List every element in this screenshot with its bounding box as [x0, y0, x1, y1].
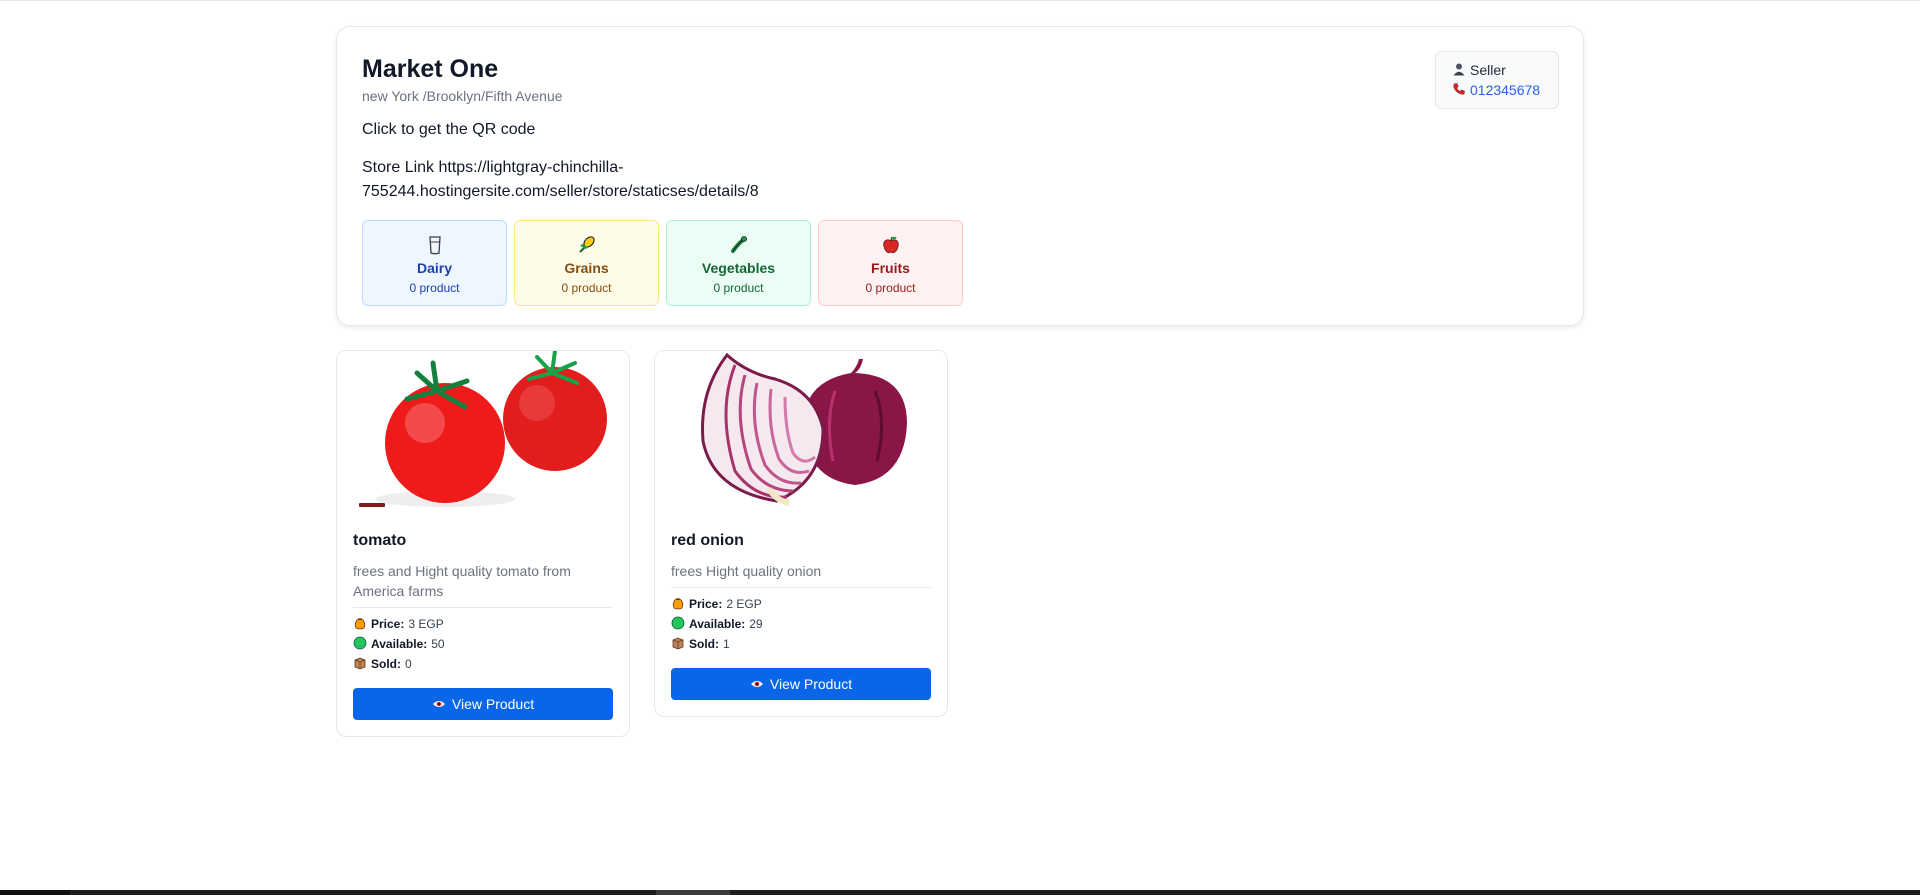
category-dairy[interactable]: Dairy 0 product: [362, 220, 507, 306]
grain-icon: [577, 235, 597, 255]
package-icon: [671, 636, 685, 653]
person-icon: [1452, 62, 1466, 79]
product-price: Price: 2 EGP: [671, 594, 931, 614]
seller-phone-link[interactable]: 012345678: [1470, 82, 1540, 98]
category-count: 0 product: [561, 281, 612, 295]
store-address: new York /Brooklyn/Fifth Avenue: [362, 88, 563, 104]
divider: [353, 607, 613, 608]
category-count: 0 product: [865, 281, 916, 295]
category-name: Fruits: [871, 260, 910, 276]
divider: [671, 587, 931, 588]
product-description: frees and Hight quality tomato from Amer…: [353, 563, 571, 599]
category-name: Dairy: [416, 260, 453, 276]
view-product-button[interactable]: View Product: [353, 688, 613, 720]
product-card-red-onion: red onion frees Hight quality onion Pric…: [654, 350, 948, 717]
milk-icon: [427, 235, 443, 255]
seller-label: Seller: [1470, 62, 1506, 78]
category-count: 0 product: [409, 281, 460, 295]
package-icon: [353, 656, 367, 673]
top-divider: [0, 0, 1920, 1]
product-name: tomato: [353, 532, 407, 549]
store-link[interactable]: Store Link https://lightgray-chinchilla-…: [362, 156, 822, 204]
store-name: Market One: [362, 55, 499, 83]
product-image-tomato: [337, 351, 629, 511]
eye-icon: [750, 676, 764, 692]
product-description: frees Hight quality onion: [671, 563, 822, 579]
money-bag-icon: [353, 616, 367, 633]
category-count: 0 product: [713, 281, 764, 295]
green-circle-icon: [353, 636, 367, 653]
product-available: Available: 29: [671, 614, 931, 634]
product-sold: Sold: 1: [671, 634, 931, 654]
store-info-card: Market One new York /Brooklyn/Fifth Aven…: [336, 26, 1584, 326]
apple-icon: [882, 235, 900, 255]
category-fruits[interactable]: Fruits 0 product: [818, 220, 963, 306]
category-vegetables[interactable]: Vegetables 0 product: [666, 220, 811, 306]
product-image-red-onion: [655, 351, 947, 511]
product-price: Price: 3 EGP: [353, 614, 613, 634]
qr-code-link[interactable]: Click to get the QR code: [362, 120, 1558, 140]
money-bag-icon: [671, 596, 685, 613]
eye-icon: [432, 696, 446, 712]
product-card-tomato: tomato frees and Hight quality tomato fr…: [336, 350, 630, 737]
taskbar: [0, 890, 1920, 895]
category-list: Dairy 0 product Grains 0 product Vegetab…: [362, 220, 1558, 306]
green-circle-icon: [671, 616, 685, 633]
product-sold: Sold: 0: [353, 654, 613, 674]
category-grains[interactable]: Grains 0 product: [514, 220, 659, 306]
category-name: Vegetables: [701, 260, 776, 276]
view-product-button[interactable]: View Product: [671, 668, 931, 700]
seller-info: Seller 012345678: [1435, 51, 1559, 109]
vegetable-icon: [729, 235, 749, 255]
category-name: Grains: [564, 260, 609, 276]
phone-icon: [1452, 82, 1466, 99]
product-available: Available: 50: [353, 634, 613, 654]
product-name: red onion: [671, 532, 744, 549]
